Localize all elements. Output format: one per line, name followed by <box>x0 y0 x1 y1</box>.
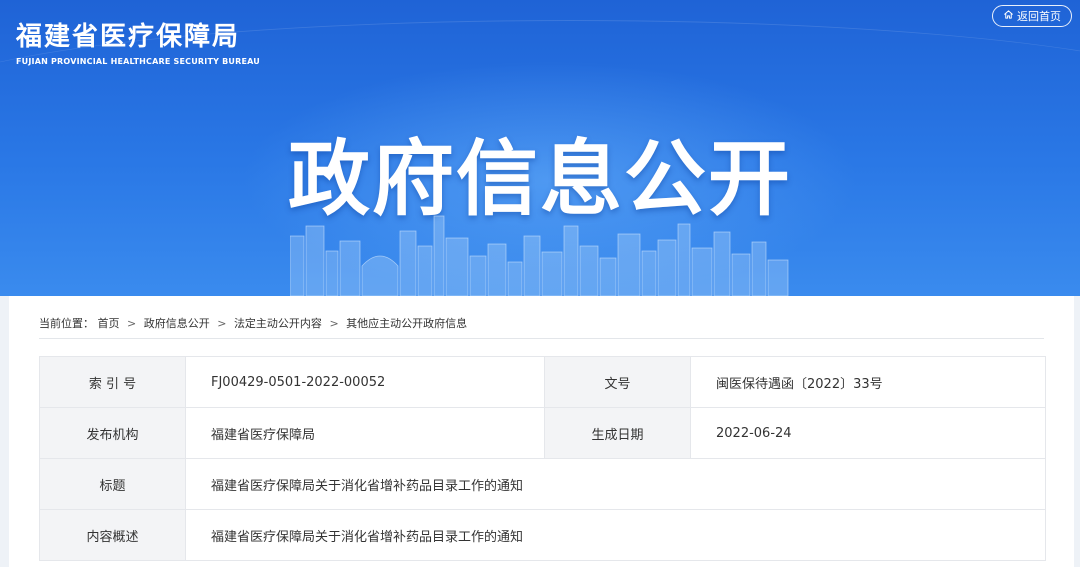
breadcrumb-divider <box>39 338 1044 339</box>
site-logo-subtitle: FUJIAN PROVINCIAL HEALTHCARE SECURITY BU… <box>16 57 260 66</box>
index-number-label: 索 引 号 <box>39 356 186 408</box>
breadcrumb: 当前位置： 首页 > 政府信息公开 > 法定主动公开内容 > 其他应主动公开政府… <box>39 315 467 331</box>
breadcrumb-separator: > <box>217 317 227 330</box>
breadcrumb-separator: > <box>329 317 339 330</box>
document-meta-table: 索 引 号 FJ00429-0501-2022-00052 文号 闽医保待遇函〔… <box>39 356 1046 561</box>
breadcrumb-link-other-info[interactable]: 其他应主动公开政府信息 <box>346 315 467 331</box>
title-label: 标题 <box>39 458 186 510</box>
publisher-label: 发布机构 <box>39 407 186 459</box>
created-date-value: 2022-06-24 <box>690 407 1046 459</box>
header-banner: 福建省医疗保障局 FUJIAN PROVINCIAL HEALTHCARE SE… <box>0 0 1080 296</box>
breadcrumb-link-home[interactable]: 首页 <box>98 315 120 331</box>
city-skyline-illustration <box>290 215 789 296</box>
table-row: 内容概述 福建省医疗保障局关于消化省增补药品目录工作的通知 <box>39 509 1046 561</box>
breadcrumb-prefix: 当前位置： <box>39 317 94 330</box>
table-row: 索 引 号 FJ00429-0501-2022-00052 文号 闽医保待遇函〔… <box>39 356 1046 408</box>
title-value: 福建省医疗保障局关于消化省增补药品目录工作的通知 <box>185 458 1046 510</box>
content-panel: 当前位置： 首页 > 政府信息公开 > 法定主动公开内容 > 其他应主动公开政府… <box>9 296 1074 567</box>
summary-label: 内容概述 <box>39 509 186 561</box>
created-date-label: 生成日期 <box>544 407 691 459</box>
site-logo-title[interactable]: 福建省医疗保障局 <box>16 16 240 53</box>
index-number-value: FJ00429-0501-2022-00052 <box>185 356 545 408</box>
document-number-label: 文号 <box>544 356 691 408</box>
document-number-value: 闽医保待遇函〔2022〕33号 <box>690 356 1046 408</box>
return-home-label: 返回首页 <box>1017 10 1061 23</box>
publisher-value: 福建省医疗保障局 <box>185 407 545 459</box>
breadcrumb-separator: > <box>127 317 137 330</box>
table-row: 标题 福建省医疗保障局关于消化省增补药品目录工作的通知 <box>39 458 1046 510</box>
breadcrumb-link-statutory[interactable]: 法定主动公开内容 <box>234 315 322 331</box>
return-home-button[interactable]: 返回首页 <box>992 5 1072 27</box>
breadcrumb-link-gov-info[interactable]: 政府信息公开 <box>144 315 210 331</box>
table-row: 发布机构 福建省医疗保障局 生成日期 2022-06-24 <box>39 407 1046 459</box>
home-icon <box>1003 9 1014 23</box>
summary-value: 福建省医疗保障局关于消化省增补药品目录工作的通知 <box>185 509 1046 561</box>
